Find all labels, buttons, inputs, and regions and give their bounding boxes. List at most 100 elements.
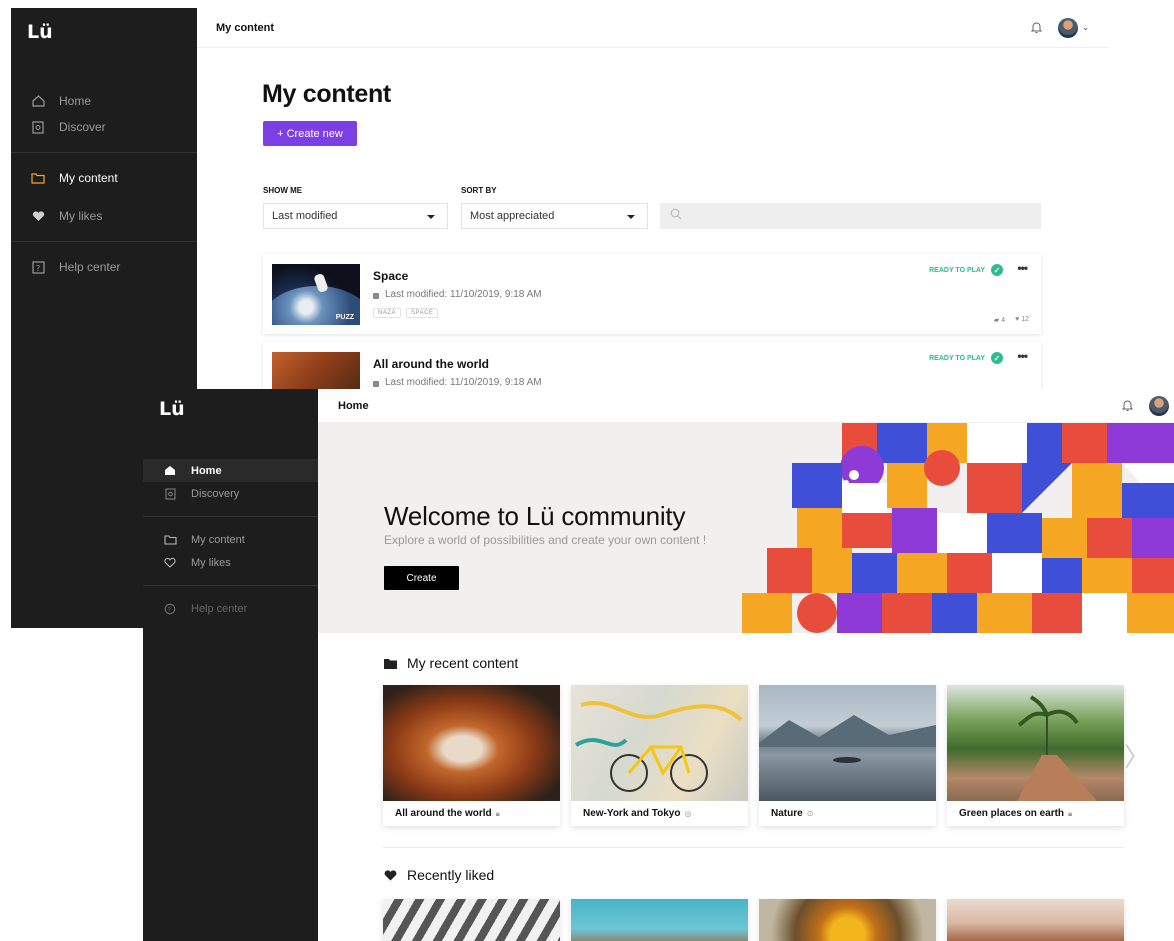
create-button[interactable]: Create (384, 566, 459, 590)
more-options-icon[interactable]: ••• (1017, 261, 1028, 275)
content-title[interactable]: Space (373, 269, 408, 283)
page-title: My content (262, 80, 391, 108)
sidebar-item-my-content[interactable]: My content (143, 528, 318, 551)
sidebar-item-help-center[interactable]: ? Help center (143, 597, 318, 620)
share-icon: ⊙ (806, 809, 814, 818)
sidebar-item-my-likes[interactable]: My likes (11, 203, 197, 229)
recently-liked-heading: Recently liked (384, 867, 494, 883)
search-icon (670, 207, 682, 225)
search-input[interactable] (660, 203, 1041, 229)
content-tile[interactable] (759, 899, 936, 941)
user-menu[interactable]: ⌄ (1058, 17, 1089, 38)
sidebar-item-my-likes[interactable]: My likes (143, 551, 318, 574)
pages-count-value: 4 (1001, 317, 1006, 324)
logo-text: Lü (159, 398, 185, 420)
sidebar-item-help-center[interactable]: ? Help center (11, 254, 197, 280)
svg-text:?: ? (36, 264, 40, 273)
sort-by-select[interactable]: Most appreciated (461, 203, 648, 229)
avatar (1058, 17, 1079, 38)
caret-down-icon (427, 215, 435, 219)
lock-icon (373, 380, 379, 387)
recent-content-carousel: All around the world 🔒︎ New-York and Toky… (383, 685, 1124, 826)
nav-divider (11, 241, 197, 242)
sidebar-item-label: My likes (191, 556, 231, 569)
tile-image (947, 685, 1124, 801)
content-tile[interactable]: Green places on earth 🔒︎ (947, 685, 1124, 826)
tile-title: Green places on earth (959, 808, 1065, 819)
lock-icon: 🔒︎ (495, 808, 500, 818)
tile-image (759, 899, 936, 941)
tile-label: Green places on earth 🔒︎ (959, 808, 1072, 819)
screenshot-stage: Lü Home Discover My content My likes ? H… (0, 0, 1174, 941)
sidebar-item-label: Discovery (191, 487, 240, 500)
globe-icon: ◎ (684, 809, 692, 818)
bell-icon[interactable] (1028, 20, 1044, 36)
status-badge: READY TO PLAY ✓ (929, 352, 1003, 364)
status-text: READY TO PLAY (929, 354, 985, 362)
sidebar-item-label: My likes (59, 209, 103, 223)
sidebar-item-discover[interactable]: Discover (11, 114, 197, 140)
sidebar-item-my-content[interactable]: My content (11, 165, 197, 191)
content-title[interactable]: All around the world (373, 357, 489, 371)
create-new-button[interactable]: + Create new (263, 121, 357, 146)
sidebar: Lü Home Discovery My content My likes ? … (143, 389, 318, 941)
sidebar-item-home[interactable]: Home (143, 459, 318, 482)
show-me-select[interactable]: Last modified (263, 203, 448, 229)
content-thumbnail: PUZZ (272, 264, 360, 325)
logo-text: Lü (27, 21, 53, 43)
bell-icon[interactable] (1119, 398, 1135, 414)
likes-count: ♥ 12 (1015, 316, 1029, 323)
tile-title: Nature (771, 808, 803, 819)
mountain-lake-illustration (759, 715, 936, 763)
sidebar-item-discovery[interactable]: Discovery (143, 482, 318, 505)
top-bar: Home ⌄ (318, 389, 1174, 423)
home-window: Lü Home Discovery My content My likes ? … (143, 389, 1174, 941)
section-title-text: Recently liked (407, 867, 495, 883)
check-icon: ✓ (991, 352, 1003, 364)
content-meta: Last modified: 11/10/2019, 9:18 AM (373, 289, 542, 300)
sidebar-item-label: Help center (191, 602, 248, 615)
content-tile[interactable] (383, 899, 560, 941)
content-card-space[interactable]: PUZZ Space Last modified: 11/10/2019, 9:… (263, 254, 1041, 334)
app-logo[interactable]: Lü (27, 21, 53, 43)
tag-chip[interactable]: SPACE (406, 308, 439, 318)
tile-image (571, 899, 748, 941)
sidebar-item-label: Help center (59, 260, 121, 274)
content-counts: ▰ 4 ♥ 12 (994, 316, 1029, 324)
sidebar-item-label: Home (191, 464, 222, 477)
content-tile[interactable]: Nature ⊙ (759, 685, 936, 826)
discover-icon (31, 120, 45, 134)
nav-divider (143, 585, 318, 586)
tile-label: All around the world 🔒︎ (395, 808, 500, 819)
tag-chip[interactable]: NAZA (373, 308, 402, 318)
recently-liked-carousel (383, 899, 1124, 941)
content-tile[interactable] (947, 899, 1124, 941)
sidebar-item-label: Discover (59, 120, 106, 134)
user-menu[interactable]: ⌄ (1149, 395, 1174, 416)
geometric-mosaic-illustration (742, 423, 1174, 633)
content-tile[interactable]: All around the world 🔒︎ (383, 685, 560, 826)
banner-subtitle: Explore a world of possibilities and cre… (384, 533, 707, 547)
avatar (1149, 395, 1170, 416)
carousel-next-icon[interactable]: 〉 (1124, 737, 1150, 774)
likes-count-value: 12 (1021, 316, 1029, 323)
more-options-icon[interactable]: ••• (1017, 349, 1028, 363)
show-me-value: Last modified (272, 210, 338, 222)
content-tile[interactable] (571, 899, 748, 941)
lock-icon (373, 292, 379, 299)
content-tile[interactable]: New-York and Tokyo ◎ (571, 685, 748, 826)
tile-image (759, 685, 936, 801)
svg-text:?: ? (168, 606, 171, 613)
tile-image (947, 899, 1124, 941)
sidebar-nav: Home Discovery My content My likes ? Hel… (143, 459, 318, 620)
app-logo[interactable]: Lü (159, 398, 185, 420)
tile-title: New-York and Tokyo (583, 808, 681, 819)
help-icon: ? (31, 260, 45, 274)
tile-image (383, 685, 560, 801)
tile-label: Nature ⊙ (771, 808, 813, 819)
tile-label: New-York and Tokyo ◎ (583, 808, 691, 819)
welcome-banner: Welcome to Lü community Explore a world … (318, 423, 1174, 633)
content-meta: Last modified: 11/10/2019, 9:18 AM (373, 377, 542, 388)
sidebar-item-home[interactable]: Home (11, 88, 197, 114)
discover-icon (163, 487, 177, 501)
